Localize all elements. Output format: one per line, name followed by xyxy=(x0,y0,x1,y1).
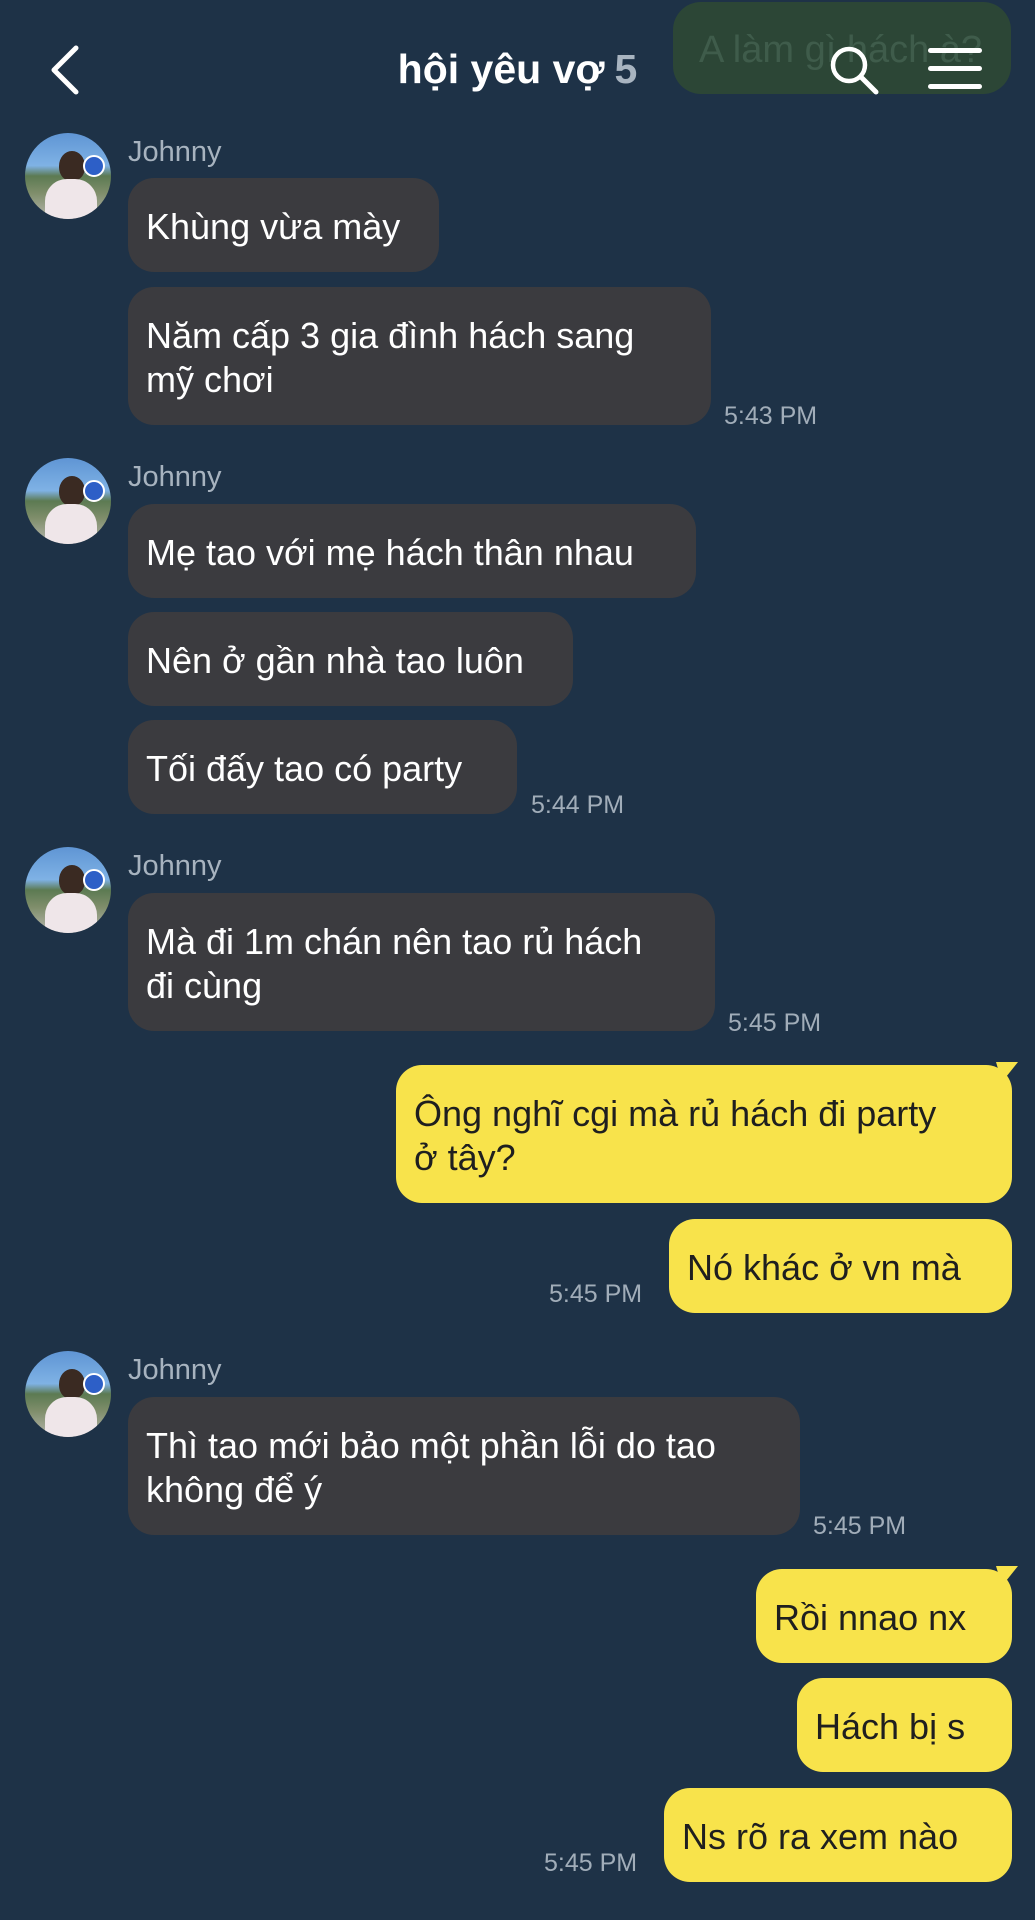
incoming-message-bubble[interactable]: Khùng vừa mày xyxy=(128,178,439,272)
avatar[interactable] xyxy=(25,133,111,219)
incoming-message-bubble[interactable]: Mẹ tao với mẹ hách thân nhau xyxy=(128,504,696,598)
sender-name: Johnny xyxy=(128,136,222,168)
message-timestamp: 5:44 PM xyxy=(531,791,625,819)
incoming-message-bubble[interactable]: Nên ở gần nhà tao luôn xyxy=(128,612,573,706)
search-icon[interactable] xyxy=(828,44,880,96)
member-count: 5 xyxy=(614,46,638,92)
bubble-tail xyxy=(996,1566,1018,1586)
incoming-message-bubble[interactable]: Tối đấy tao có party xyxy=(128,720,517,814)
outgoing-message-bubble[interactable]: Ns rõ ra xem nào xyxy=(664,1788,1012,1882)
outgoing-message-bubble[interactable]: Nó khác ở vn mà xyxy=(669,1219,1012,1313)
avatar[interactable] xyxy=(25,1351,111,1437)
sender-name: Johnny xyxy=(128,461,222,493)
sender-name: Johnny xyxy=(128,1354,222,1386)
message-timestamp: 5:43 PM xyxy=(724,402,818,430)
message-timestamp: 5:45 PM xyxy=(549,1280,643,1308)
avatar[interactable] xyxy=(25,458,111,544)
message-timestamp: 5:45 PM xyxy=(813,1512,907,1540)
sender-name: Johnny xyxy=(128,850,222,882)
incoming-message-bubble[interactable]: Năm cấp 3 gia đình hách sang mỹ chơi xyxy=(128,287,711,425)
bubble-tail xyxy=(996,1062,1018,1082)
incoming-message-bubble[interactable]: Thì tao mới bảo một phần lỗi do tao khôn… xyxy=(128,1397,800,1535)
message-timestamp: 5:45 PM xyxy=(728,1009,822,1037)
incoming-message-bubble[interactable]: Mà đi 1m chán nên tao rủ hách đi cùng xyxy=(128,893,715,1031)
avatar[interactable] xyxy=(25,847,111,933)
menu-icon[interactable] xyxy=(928,48,982,90)
outgoing-message-bubble[interactable]: Rồi nnao nx xyxy=(756,1569,1012,1663)
group-name: hội yêu vợ xyxy=(397,46,605,92)
message-timestamp: 5:45 PM xyxy=(544,1849,638,1877)
outgoing-message-bubble[interactable]: Hách bị s xyxy=(797,1678,1012,1772)
outgoing-message-bubble[interactable]: Ông nghĩ cgi mà rủ hách đi party ở tây? xyxy=(396,1065,1012,1203)
chat-header: A làm gì hách à? hội yêu vợ 5 xyxy=(0,0,1035,135)
